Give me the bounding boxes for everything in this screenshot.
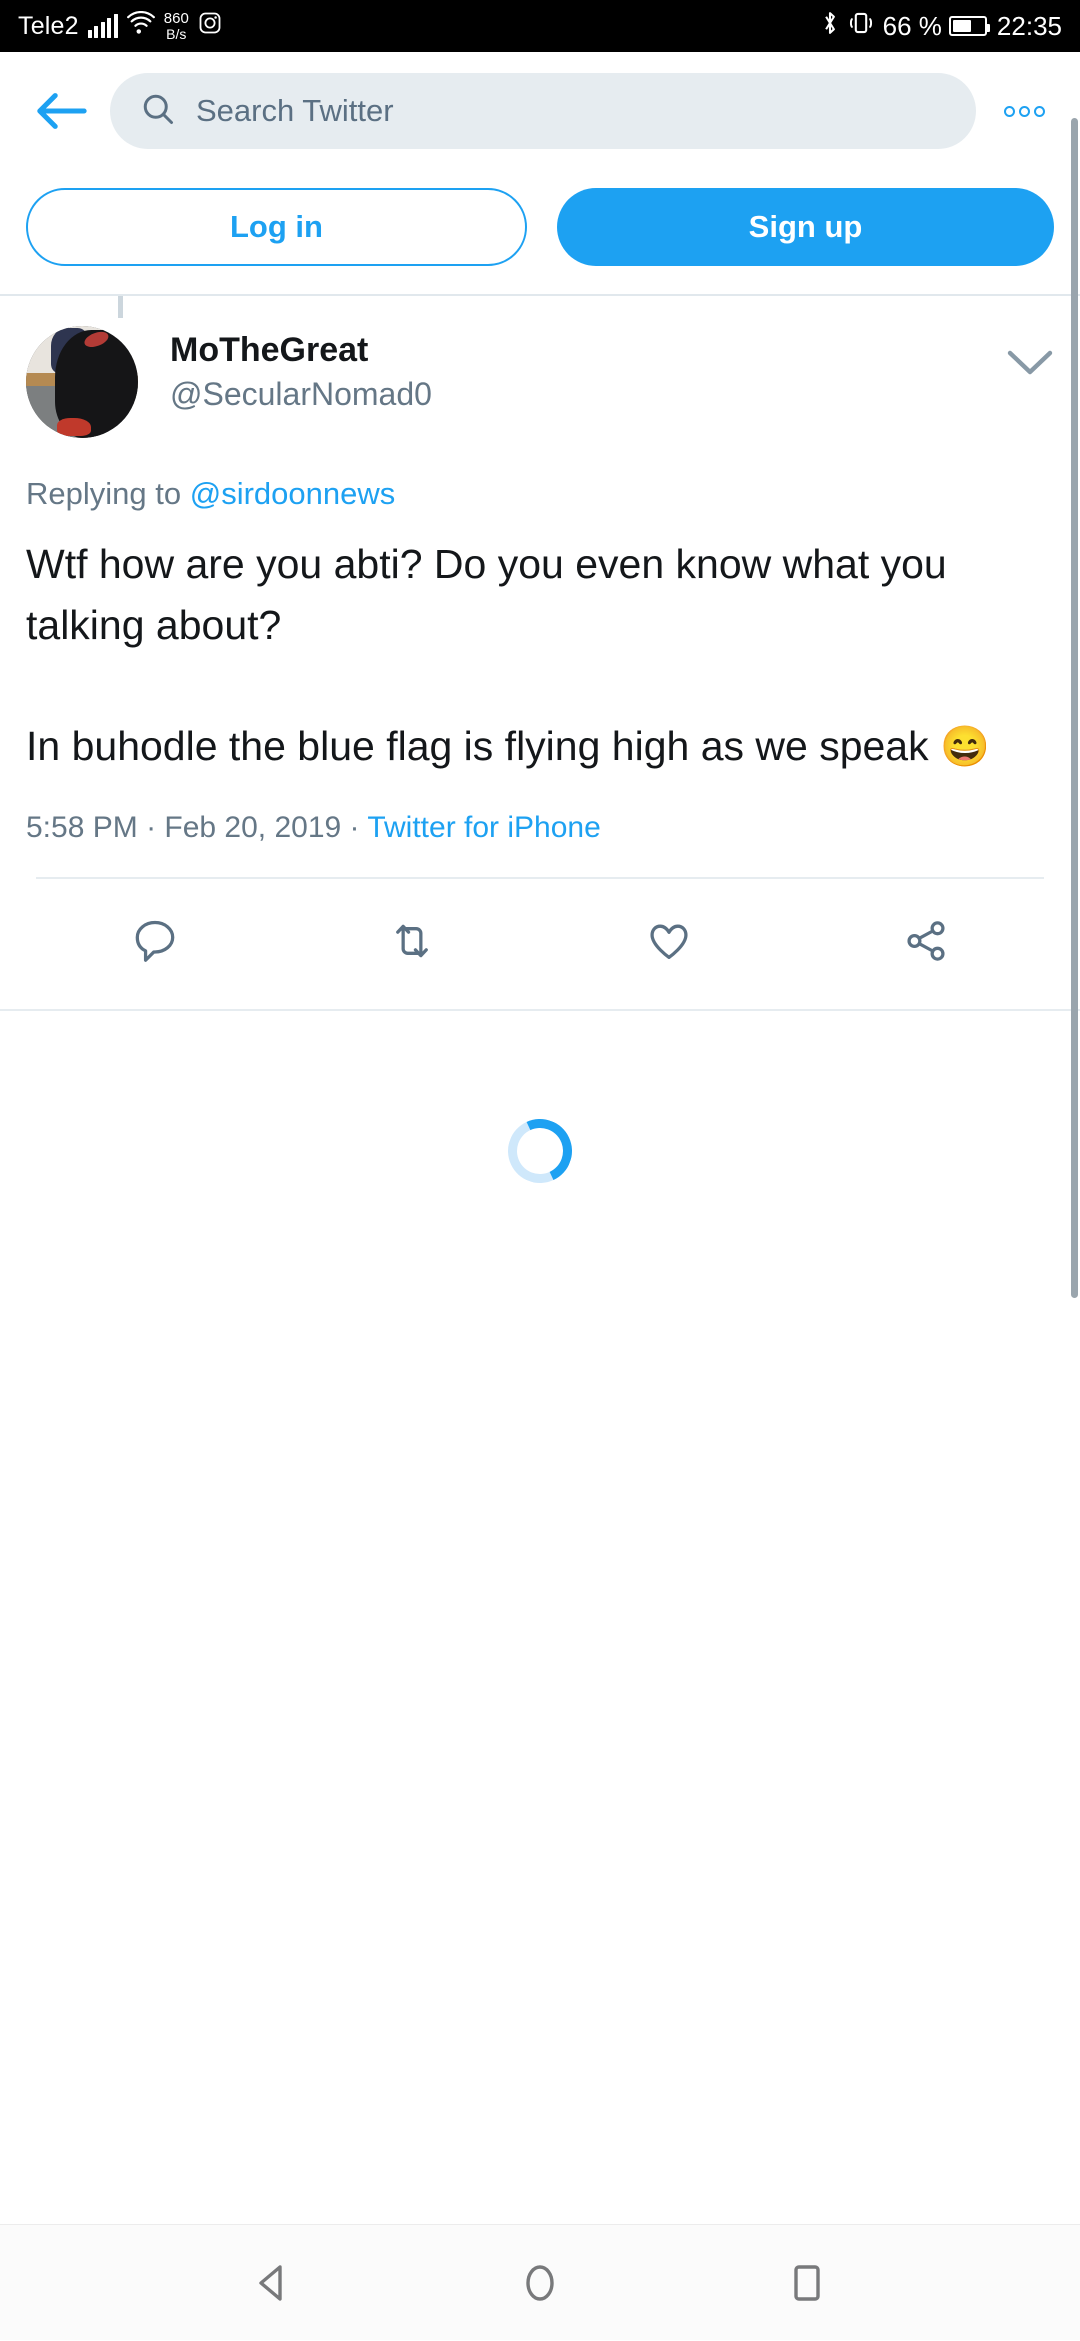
cellular-signal-icon [87,14,118,38]
battery-icon [948,16,990,36]
carrier-label: Tele2 [18,11,79,40]
handle[interactable]: @SecularNomad0 [170,374,432,416]
status-bar: Tele2 860 B/s 66 % 22:35 [0,0,1080,52]
display-name[interactable]: MoTheGreat [170,330,432,370]
battery-percent-label: 66 % [882,10,942,41]
thread-line [118,296,123,318]
meta-sep-2: · [341,811,368,845]
tweet-text: Wtf how are you abti? Do you even know w… [26,512,1054,777]
app-bar: Search Twitter [0,52,1080,170]
login-button[interactable]: Log in [26,188,527,266]
bluetooth-icon [821,10,839,43]
retweet-icon[interactable] [283,901,540,981]
signup-button[interactable]: Sign up [557,188,1054,266]
reply-icon[interactable] [26,901,283,981]
network-speed-value: 860 [163,10,189,27]
search-icon [140,91,176,132]
chevron-down-icon[interactable] [1006,326,1054,383]
tweet-body: Wtf how are you abti? Do you even know w… [26,541,947,770]
grinning-face-emoji: 😄 [940,725,990,770]
network-speed-unit: B/s [166,26,187,42]
nav-back-icon[interactable] [213,2225,333,2341]
tweet-client[interactable]: Twitter for iPhone [367,811,600,844]
share-icon[interactable] [797,901,1054,981]
tweet-detail: MoTheGreat @SecularNomad0 Replying to @s… [0,296,1080,1010]
vibrate-icon [846,10,876,43]
nav-recents-icon[interactable] [747,2225,867,2341]
replying-to-line: Replying to @sirdoonnews [26,438,1054,512]
avatar[interactable] [26,326,138,438]
loading-spinner [498,1110,582,1193]
replying-to-prefix: Replying to [26,476,182,511]
like-icon[interactable] [540,901,797,981]
tweet-author-row: MoTheGreat @SecularNomad0 [26,296,1054,438]
back-arrow-icon[interactable] [26,76,96,146]
nav-home-icon[interactable] [480,2225,600,2341]
status-bar-left: Tele2 860 B/s [18,10,222,42]
system-navigation-bar [0,2224,1080,2340]
wifi-icon [126,10,155,42]
tweet-time: 5:58 PM [26,811,138,845]
more-options-icon[interactable] [994,81,1054,141]
clock-label: 22:35 [996,10,1062,41]
search-placeholder: Search Twitter [196,93,394,128]
tweet-meta: 5:58 PM · Feb 20, 2019 · Twitter for iPh… [26,777,1054,845]
replying-to-handle[interactable]: @sirdoonnews [190,476,396,511]
auth-buttons-row: Log in Sign up [0,170,1080,294]
tweet-actions-row [26,879,1054,1009]
scrollbar[interactable] [1071,118,1078,1298]
search-input[interactable]: Search Twitter [110,73,976,149]
instagram-icon [198,11,222,42]
meta-sep-1: · [137,811,165,845]
loading-area [0,1011,1080,1292]
status-bar-right: 66 % 22:35 [821,10,1062,43]
empty-content-area [0,1291,1080,1862]
network-speed-indicator: 860 B/s [164,11,189,41]
author-names: MoTheGreat @SecularNomad0 [170,326,432,416]
tweet-date: Feb 20, 2019 [164,811,342,845]
